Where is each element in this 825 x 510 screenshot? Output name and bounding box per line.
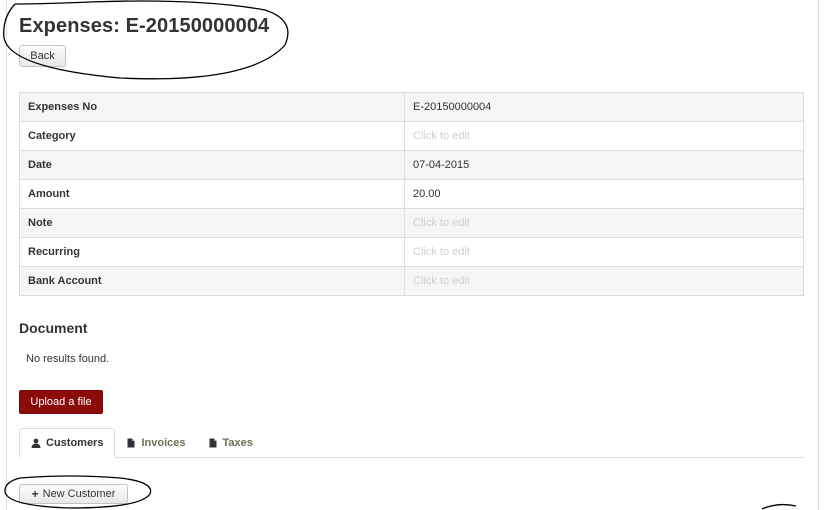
tab-customers[interactable]: Customers — [19, 428, 116, 458]
plus-icon: + — [31, 487, 39, 501]
tab-label: Invoices — [141, 436, 186, 449]
editable-value[interactable]: 07-04-2015 — [404, 150, 804, 180]
tab-label: Taxes — [222, 436, 253, 449]
row-label: Note — [19, 208, 405, 238]
back-button[interactable]: Back — [19, 45, 66, 67]
row-label: Recurring — [19, 237, 405, 267]
row-value: E-20150000004 — [404, 92, 804, 122]
file-icon — [126, 438, 136, 448]
editable-value[interactable]: Click to edit — [404, 266, 804, 296]
row-label: Category — [19, 121, 405, 151]
file-icon — [208, 438, 218, 448]
document-heading: Document — [19, 320, 88, 336]
table-row: Expenses No E-20150000004 — [19, 92, 804, 122]
editable-value[interactable]: Click to edit — [404, 237, 804, 267]
new-customer-button[interactable]: + New Customer — [19, 484, 128, 504]
row-label: Bank Account — [19, 266, 405, 296]
row-label: Expenses No — [19, 92, 405, 122]
table-row: Amount 20.00 — [19, 179, 804, 209]
tab-invoices[interactable]: Invoices — [115, 428, 196, 457]
table-row: Category Click to edit — [19, 121, 804, 151]
new-customer-label: New Customer — [42, 488, 116, 500]
tab-label: Customers — [46, 437, 104, 449]
expense-details-table: Expenses No E-20150000004 Category Click… — [19, 92, 804, 296]
table-row: Bank Account Click to edit — [19, 266, 804, 296]
tab-taxes[interactable]: Taxes — [197, 428, 264, 457]
upload-file-button[interactable]: Upload a file — [19, 390, 103, 414]
editable-value[interactable]: Click to edit — [404, 208, 804, 238]
table-row: Date 07-04-2015 — [19, 150, 804, 180]
editable-value[interactable]: Click to edit — [404, 121, 804, 151]
page-title: Expenses: E-20150000004 — [19, 15, 270, 37]
user-icon — [31, 438, 41, 448]
no-results-text: No results found. — [26, 353, 110, 365]
table-row: Recurring Click to edit — [19, 237, 804, 267]
table-row: Note Click to edit — [19, 208, 804, 238]
related-tabs: Customers Invoices Taxes — [19, 428, 804, 458]
editable-value[interactable]: 20.00 — [404, 179, 804, 209]
row-label: Amount — [19, 179, 405, 209]
row-label: Date — [19, 150, 405, 180]
